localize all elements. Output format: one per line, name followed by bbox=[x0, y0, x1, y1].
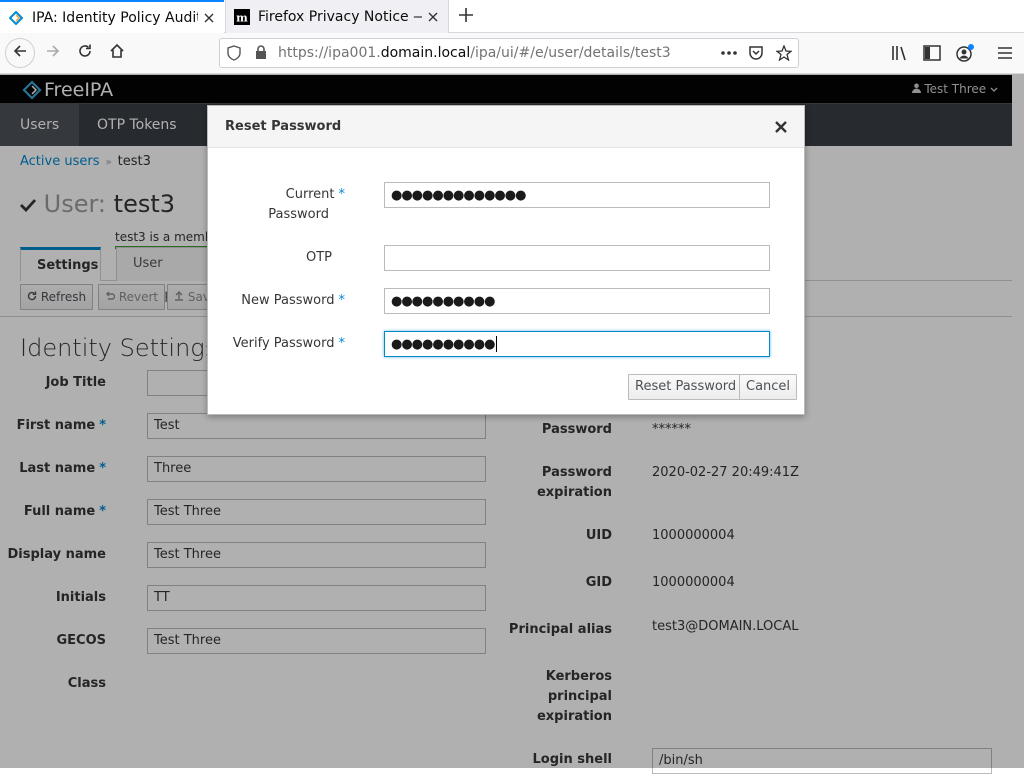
reset-password-button[interactable]: Reset Password bbox=[628, 374, 744, 400]
library-icon[interactable] bbox=[891, 45, 909, 65]
svg-text:m: m bbox=[236, 11, 248, 24]
label-line: Current bbox=[285, 187, 335, 202]
label-line: Verify Password bbox=[232, 336, 335, 351]
sidebar-icon[interactable] bbox=[923, 45, 941, 65]
menu-icon[interactable] bbox=[997, 45, 1013, 65]
home-button[interactable] bbox=[102, 38, 132, 68]
close-icon[interactable] bbox=[772, 118, 790, 136]
tab-title: IPA: Identity Policy Audit bbox=[32, 9, 198, 26]
otp-input[interactable] bbox=[384, 245, 770, 271]
current-password-label: Current * Password bbox=[222, 185, 345, 225]
url-path: /ipa/ui/#/e/user/details/test3 bbox=[470, 45, 671, 61]
home-icon bbox=[109, 43, 125, 63]
account-icon[interactable] bbox=[955, 43, 975, 67]
new-password-label: New Password * bbox=[222, 291, 345, 311]
verify-password-dots: ●●●●●●●●●● bbox=[391, 336, 495, 352]
url-prefix: https://ipa001. bbox=[278, 45, 381, 61]
more-icon[interactable] bbox=[720, 45, 738, 65]
back-icon bbox=[12, 43, 28, 63]
new-password-input[interactable]: ●●●●●●●●●● bbox=[384, 288, 770, 314]
reload-icon bbox=[77, 43, 93, 63]
star-icon[interactable] bbox=[775, 44, 793, 65]
verify-password-input[interactable]: ●●●●●●●●●● bbox=[384, 331, 770, 357]
browser-tab-bar: IPA: Identity Policy Audit m Firefox Pri… bbox=[0, 0, 1024, 33]
required-mark: * bbox=[338, 187, 346, 202]
tab-ipa[interactable]: IPA: Identity Policy Audit bbox=[0, 0, 224, 33]
verify-password-label: Verify Password * bbox=[222, 334, 345, 354]
reset-password-dialog: Reset Password Current * Password ●●●●●●●… bbox=[207, 105, 805, 415]
label-line: New Password bbox=[241, 293, 335, 308]
new-tab-button[interactable] bbox=[452, 3, 480, 31]
tab-title: Firefox Privacy Notice — bbox=[258, 8, 422, 25]
url-host: domain.local bbox=[380, 45, 471, 61]
freeipa-favicon bbox=[8, 10, 24, 26]
tab-firefox-privacy[interactable]: m Firefox Privacy Notice — bbox=[225, 0, 449, 33]
close-icon[interactable] bbox=[198, 7, 220, 29]
required-mark: * bbox=[338, 293, 346, 308]
text-cursor bbox=[496, 336, 498, 352]
url-text: https://ipa001.domain.local/ipa/ui/#/e/u… bbox=[278, 45, 671, 61]
reload-button[interactable] bbox=[70, 38, 100, 68]
dialog-title: Reset Password bbox=[225, 119, 342, 134]
label-line: Password bbox=[268, 207, 329, 222]
forward-button[interactable] bbox=[38, 38, 68, 68]
back-button[interactable] bbox=[5, 38, 35, 68]
new-password-dots: ●●●●●●●●●● bbox=[391, 293, 495, 309]
browser-nav-bar: https://ipa001.domain.local/ipa/ui/#/e/u… bbox=[0, 33, 1024, 74]
dialog-header: Reset Password bbox=[208, 106, 804, 148]
lock-icon[interactable] bbox=[255, 45, 267, 64]
pocket-icon[interactable] bbox=[748, 45, 764, 65]
current-password-input[interactable]: ●●●●●●●●●●●●● bbox=[384, 182, 770, 208]
plus-icon bbox=[459, 8, 473, 26]
cancel-button[interactable]: Cancel bbox=[739, 374, 798, 400]
forward-icon bbox=[45, 43, 61, 63]
mozilla-favicon: m bbox=[234, 8, 250, 25]
close-icon[interactable] bbox=[422, 6, 444, 28]
url-bar[interactable]: https://ipa001.domain.local/ipa/ui/#/e/u… bbox=[219, 38, 799, 68]
shield-icon[interactable] bbox=[227, 45, 241, 65]
otp-label: OTP bbox=[305, 250, 332, 265]
required-mark: * bbox=[338, 336, 346, 351]
current-password-dots: ●●●●●●●●●●●●● bbox=[391, 187, 526, 203]
